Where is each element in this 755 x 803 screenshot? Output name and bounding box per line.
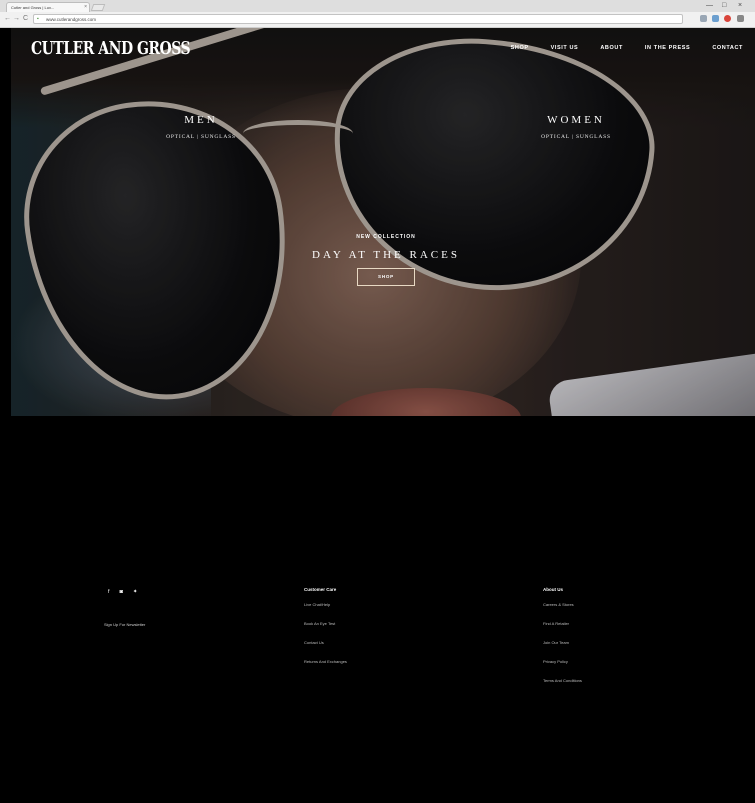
- browser-chrome: Cutler and Gross | Lux... × — □ × ← → C …: [0, 0, 755, 28]
- footer-link[interactable]: Book An Eye Test: [304, 621, 347, 626]
- instagram-icon[interactable]: ◙: [120, 589, 123, 595]
- women-title: WOMEN: [547, 114, 605, 126]
- customer-care-column: Customer Care Live Chat/Help Book An Eye…: [304, 587, 347, 678]
- minimize-icon[interactable]: —: [706, 1, 713, 10]
- new-tab-button[interactable]: [90, 4, 106, 11]
- extension-icon[interactable]: [724, 15, 731, 22]
- twitter-icon[interactable]: ✦: [133, 589, 138, 595]
- address-bar[interactable]: ▪ www.cutlerandgross.com: [33, 14, 683, 24]
- customer-care-heading: Customer Care: [304, 587, 337, 592]
- footer-link[interactable]: Careers & Stores: [543, 602, 582, 607]
- browser-toolbar: ← → C ▪ www.cutlerandgross.com: [0, 12, 755, 27]
- hero-overlay: [11, 28, 755, 416]
- footer-link[interactable]: Privacy Policy: [543, 659, 582, 664]
- nav-about[interactable]: ABOUT: [600, 45, 623, 51]
- site-logo[interactable]: CUTLER AND GROSS: [31, 39, 191, 59]
- nav-contact[interactable]: CONTACT: [712, 45, 743, 51]
- shop-button[interactable]: SHOP: [357, 268, 415, 286]
- men-category-link[interactable]: MEN OPTICAL | SUNGLASS: [141, 114, 261, 140]
- men-subtitle: OPTICAL | SUNGLASS: [166, 134, 236, 140]
- tab-close-icon[interactable]: ×: [84, 3, 87, 12]
- newsletter-signup-link[interactable]: Sign Up For Newsletter: [104, 622, 145, 627]
- about-us-column: About Us Careers & Stores Find A Retaile…: [543, 587, 582, 697]
- footer-link[interactable]: Terms And Conditions: [543, 678, 582, 683]
- footer-link[interactable]: Contact Us: [304, 640, 347, 645]
- footer-link[interactable]: Live Chat/Help: [304, 602, 347, 607]
- browser-menu-icon[interactable]: [737, 15, 744, 22]
- footer-link[interactable]: Returns And Exchanges: [304, 659, 347, 664]
- collection-promo: NEW COLLECTION DAY AT THE RACES SHOP: [271, 234, 501, 286]
- hero-banner: CUTLER AND GROSS SHOP VISIT US ABOUT IN …: [11, 28, 755, 416]
- browser-tab[interactable]: Cutler and Gross | Lux... ×: [6, 2, 90, 12]
- nav-shop[interactable]: SHOP: [511, 45, 529, 51]
- collection-eyebrow: NEW COLLECTION: [356, 234, 416, 240]
- lock-icon: ▪: [37, 16, 39, 22]
- nav-in-the-press[interactable]: IN THE PRESS: [645, 45, 690, 51]
- nav-visit-us[interactable]: VISIT US: [551, 45, 579, 51]
- footer-link[interactable]: Find A Retailer: [543, 621, 582, 626]
- collection-name: DAY AT THE RACES: [312, 249, 460, 261]
- forward-icon[interactable]: →: [13, 15, 20, 23]
- url-text: www.cutlerandgross.com: [46, 17, 97, 22]
- about-us-heading: About Us: [543, 587, 563, 592]
- facebook-icon[interactable]: f: [108, 589, 110, 595]
- men-title: MEN: [184, 114, 218, 126]
- extension-icon[interactable]: [700, 15, 707, 22]
- social-links: f ◙ ✦: [108, 589, 137, 595]
- maximize-icon[interactable]: □: [722, 1, 726, 10]
- footer-link[interactable]: Join Our Team: [543, 640, 582, 645]
- window-close-icon[interactable]: ×: [738, 1, 742, 10]
- extension-icon[interactable]: [712, 15, 719, 22]
- tab-strip: Cutler and Gross | Lux... × — □ ×: [0, 0, 755, 12]
- women-category-link[interactable]: WOMEN OPTICAL | SUNGLASS: [516, 114, 636, 140]
- site-footer: f ◙ ✦ Sign Up For Newsletter Customer Ca…: [11, 416, 755, 803]
- main-nav: SHOP VISIT US ABOUT IN THE PRESS CONTACT: [489, 45, 743, 51]
- back-icon[interactable]: ←: [4, 15, 11, 23]
- tab-title: Cutler and Gross | Lux...: [11, 5, 55, 10]
- women-subtitle: OPTICAL | SUNGLASS: [541, 134, 611, 140]
- reload-icon[interactable]: C: [23, 15, 28, 23]
